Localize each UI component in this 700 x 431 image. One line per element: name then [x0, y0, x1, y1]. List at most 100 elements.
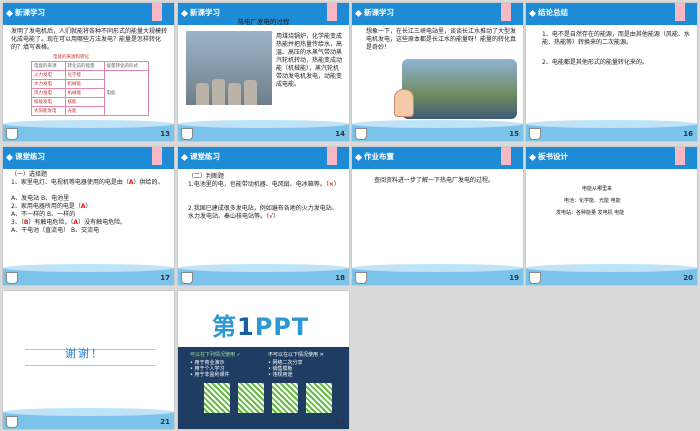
slide-14[interactable]: 新课学习 热电厂发电的过程 用煤烧锅炉，化学能变成热能并把热量传给水，高温、高压…: [178, 3, 349, 141]
slide-number: 19: [509, 274, 519, 282]
slide-13[interactable]: 新课学习 发明了发电机后，人们就能将各种不同形式的能量大规模转化成电能了。现在可…: [3, 3, 174, 141]
bookmark-tab: [152, 147, 162, 165]
wave-footer: 19: [352, 264, 523, 285]
bookmark-tab: [675, 3, 685, 21]
slide-header: 新课学习: [3, 3, 174, 25]
power-plant-photo: [186, 31, 272, 105]
bookmark-tab: [327, 147, 337, 165]
board-line: 电能从哪里来: [582, 186, 613, 192]
dam-photo: [402, 59, 517, 119]
wave-footer: 13: [3, 120, 174, 141]
slide-17[interactable]: 课堂练习 （一）选择题 1、家里电灯、电视机等电器使用的电是由（A）供给的。 A…: [3, 147, 174, 285]
cooling-tower: [212, 79, 225, 105]
slide-20[interactable]: 板书设计 电能从哪里来 电池：化学能、光能 电能 发电站：各种能量 发电机 电能…: [526, 147, 697, 285]
exercise-line: 3、（B）有触电危险，（A）没有触电危险。: [11, 219, 127, 226]
exercise-line: （一）选择题: [11, 171, 48, 178]
wave-footer: 17: [3, 264, 174, 285]
cup-icon: [529, 272, 541, 284]
slide-header: 结论总结: [526, 3, 697, 25]
cooling-tower: [244, 80, 257, 105]
diamond-icon: [5, 9, 14, 17]
slide-number: 22: [335, 418, 345, 426]
cup-icon: [6, 272, 18, 284]
slide-21[interactable]: 谢谢！ 21: [3, 291, 174, 429]
usage-panel: 可以在下列情况使用 ✓ 不可以在以下情况使用 ✕ • 用于商业演示 • 用于个人…: [178, 347, 349, 429]
slide-tag: 课堂练习: [180, 151, 220, 162]
slide-number: 21: [160, 418, 170, 426]
exercise-line: 2、家用电器所用的电是（A）: [11, 203, 92, 210]
slide-tag: 课堂练习: [5, 151, 45, 162]
slide-text: 用煤烧锅炉，化学能变成热能并把热量传给水，高温、高压的水蒸气带动蒸汽轮机转动，热…: [276, 33, 343, 88]
bookmark-tab: [675, 147, 685, 165]
slide-number: 17: [160, 274, 170, 282]
slide-tag: 作业布置: [354, 151, 394, 162]
slide-text: 发明了发电机后，人们就能将各种不同形式的能量大规模转化成电能了。现在可以用哪些方…: [11, 28, 168, 51]
wave-footer: 15: [352, 120, 523, 141]
cup-icon: [6, 128, 18, 140]
slide-header: 课堂练习: [178, 147, 349, 169]
diamond-icon: [180, 153, 189, 161]
link-cluster-icon: [272, 383, 298, 413]
homework-text: 查阅资料进一步了解一下热电厂发电的过程。: [374, 177, 495, 184]
slide-19[interactable]: 作业布置 查阅资料进一步了解一下热电厂发电的过程。 19: [352, 147, 523, 285]
conclusion-point-1: 1、电不是自然存在的能源，而是由其他能源（风能、水能、热能等）转换来的二次能源。: [542, 31, 690, 46]
cup-icon: [181, 128, 193, 140]
diamond-icon: [5, 153, 14, 161]
cooling-tower: [196, 83, 209, 105]
wave-footer: 14: [178, 120, 349, 141]
conclusion-point-2: 2、电能都是其他形式的能量转化来的。: [542, 59, 648, 66]
decor-line: [25, 365, 155, 366]
link-cluster-icon: [238, 383, 264, 413]
slide-tag: 结论总结: [528, 7, 568, 18]
diamond-icon: [354, 153, 363, 161]
cup-icon: [355, 128, 367, 140]
diamond-icon: [528, 153, 537, 161]
exercise-line: A、干电池（直流电） B、交流电: [11, 227, 100, 234]
diamond-icon: [528, 9, 537, 17]
wave-footer: 16: [526, 120, 697, 141]
thanks-text: 谢谢！: [65, 347, 104, 360]
slide-tag: 新课学习: [354, 7, 394, 18]
slide-number: 18: [335, 274, 345, 282]
brand-logo: 第1PPT: [212, 313, 310, 341]
exercise-line: 2.我国已建成很多发电站，例如遍布各地的火力发电站、水力发电站、秦山核电站等。（…: [188, 205, 338, 220]
board-line: 发电站：各种能量 发电机 电能: [556, 210, 625, 216]
slide-header: 课堂练习: [3, 147, 174, 169]
exercise-line: （二）判断题: [188, 173, 225, 180]
cup-icon: [355, 272, 367, 284]
exercise-line: A、发电站 B、电池里: [11, 195, 70, 202]
slide-number: 13: [160, 130, 170, 138]
diamond-icon: [354, 9, 363, 17]
bookmark-tab: [501, 3, 511, 21]
slide-number: 20: [683, 274, 693, 282]
slide-18[interactable]: 课堂练习 （二）判断题 1.电池里的电，也能带动机器、电风扇、电冰箱等。（×） …: [178, 147, 349, 285]
cup-icon: [6, 416, 18, 428]
girl-illustration: [394, 89, 414, 117]
board-line: 电池：化学能、光能 电能: [564, 198, 621, 204]
energy-table: 电能的来源 转化前的能量 能量转化的形式 火力发电 化学能 电能 水力发电 机械能 风力发…: [31, 61, 150, 116]
slide-tag: 新课学习: [5, 7, 45, 18]
wave-footer: 21: [3, 408, 174, 429]
allowed-item: • 用于非盈利课件: [190, 372, 230, 378]
cup-icon: [529, 128, 541, 140]
link-cluster-icon: [306, 383, 332, 413]
forbidden-item: • 违规用途: [268, 372, 293, 378]
slide-16[interactable]: 结论总结 1、电不是自然存在的能源，而是由其他能源（风能、水能、热能等）转换来的…: [526, 3, 697, 141]
slide-text: 想象一下，在长江三峡电站里，谈谈长江水推动了大型发电机发电，这些原本都是长江水的…: [366, 28, 517, 51]
slide-tag: 板书设计: [528, 151, 568, 162]
forbidden-heading: 不可以在以下情况使用 ✕: [268, 352, 324, 358]
exercise-line: 1、家里电灯、电视机等电器使用的电是由（A）供给的。: [11, 179, 164, 186]
wave-footer: 20: [526, 264, 697, 285]
slide-15[interactable]: 新课学习 想象一下，在长江三峡电站里，谈谈长江水推动了大型发电机发电，这些原本都…: [352, 3, 523, 141]
slide-number: 14: [335, 130, 345, 138]
slide-header: 新课学习: [352, 3, 523, 25]
slide-22[interactable]: 第1PPT 可以在下列情况使用 ✓ 不可以在以下情况使用 ✕ • 用于商业演示 …: [178, 291, 349, 429]
link-cluster-icon: [204, 383, 230, 413]
cooling-tower: [228, 83, 241, 105]
slide-header: 板书设计: [526, 147, 697, 169]
bookmark-tab: [152, 3, 162, 21]
slide-number: 15: [509, 130, 519, 138]
exercise-line: A、不一样的 B、一样的: [11, 211, 76, 218]
allowed-heading: 可以在下列情况使用 ✓: [190, 352, 241, 358]
wave-footer: 18: [178, 264, 349, 285]
